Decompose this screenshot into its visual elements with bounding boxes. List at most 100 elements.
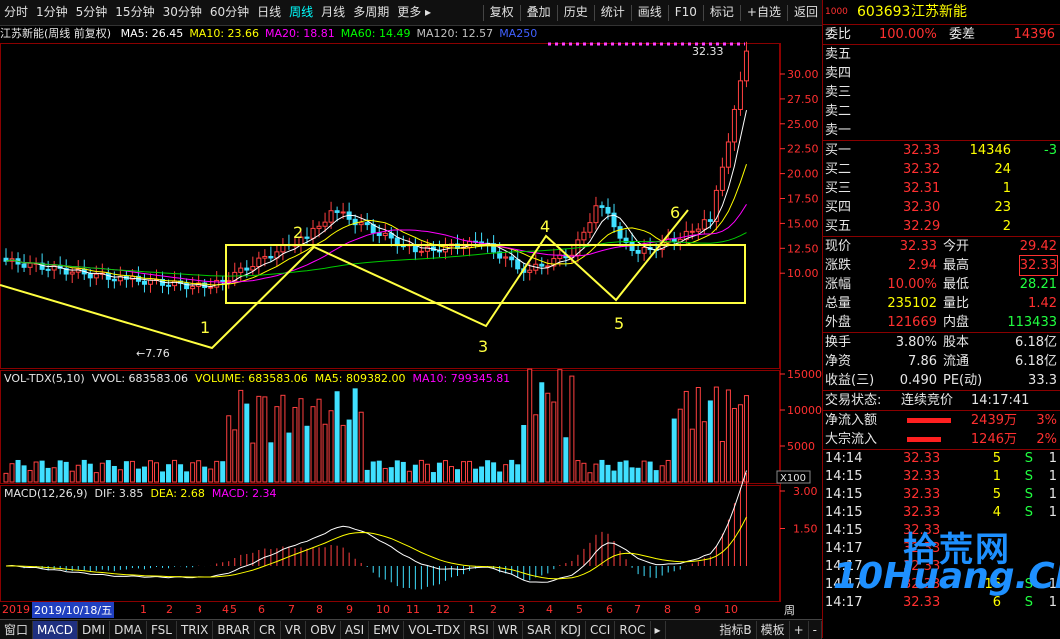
volume-bar (406, 470, 412, 483)
sell-level-row[interactable]: 卖五 (823, 45, 1060, 64)
stock-name: 江苏新能 (911, 4, 967, 20)
indicator-tab-22[interactable]: + (790, 620, 809, 639)
indicator-tab-19[interactable]: ▸ (651, 620, 666, 639)
indicator-tab-7[interactable]: CR (255, 620, 281, 639)
time-axis-month: 8 (664, 603, 671, 616)
sell-level-label: 卖五 (825, 47, 852, 62)
sell-level-row[interactable]: 卖四 (823, 64, 1060, 83)
stock-chart[interactable]: 30.00 27.50 25.00 22.50 20.00 17.50 15.00 12.50… (0, 0, 822, 620)
volume-bar (400, 461, 406, 483)
volume-bar (461, 461, 467, 483)
indicator-tab-5[interactable]: TRIX (177, 620, 214, 639)
volume-bar (497, 471, 503, 483)
indicator-tab-8[interactable]: VR (281, 620, 307, 639)
indicator-tab-3[interactable]: DMA (110, 620, 147, 639)
buy-level-price: 32.29 (903, 219, 941, 234)
buy-level-row[interactable]: 买三 32.31 1 (823, 179, 1060, 198)
stat-label: 现价 (825, 239, 852, 254)
trade-status-row: 交易状态: 连续竞价 14:17:41 (825, 393, 1030, 408)
indicator-tab-4[interactable]: FSL (147, 620, 177, 639)
indicator-tab-13[interactable]: RSI (465, 620, 494, 639)
indicator-tab-6[interactable]: BRAR (213, 620, 256, 639)
volume-bar (196, 460, 202, 483)
indicator-tab-0[interactable]: 窗口 (0, 620, 34, 639)
volume-bar (105, 460, 111, 483)
candle-body (382, 232, 388, 237)
indicator-tab-1[interactable]: MACD (33, 620, 78, 639)
wave-point-1-label: 1 (200, 318, 210, 337)
time-axis-month: 3 (518, 603, 525, 616)
buy-level-row[interactable]: 买四 32.30 23 (823, 198, 1060, 217)
volume-bar (533, 414, 539, 483)
time-axis-month: 4 (222, 603, 229, 616)
buy-level-row[interactable]: 买五 32.29 2 (823, 217, 1060, 236)
stat-value: 29.42 (1019, 239, 1057, 254)
indicator-tab-21[interactable]: 模板 (757, 620, 790, 639)
volume-bar (515, 464, 521, 483)
candle-body (340, 211, 346, 214)
volume-bar (629, 467, 635, 483)
tick-side: S (1024, 469, 1033, 484)
indicator-tab-16[interactable]: KDJ (556, 620, 587, 639)
volume-bar (9, 463, 15, 483)
stat-label: 涨幅 (825, 277, 852, 292)
tick-count: 1 (1048, 469, 1057, 484)
indicator-tab-18[interactable]: ROC (615, 620, 651, 639)
indicator-tab-10[interactable]: ASI (341, 620, 370, 639)
indicator-tab-14[interactable]: WR (494, 620, 523, 639)
volume-bar (117, 469, 123, 483)
fund-value: 33.3 (1028, 373, 1057, 388)
candle-body (226, 280, 232, 283)
candle-body (220, 279, 226, 283)
volume-bar (376, 460, 382, 483)
buy-level-volume: 2 (1002, 219, 1011, 234)
candle-body (731, 108, 737, 143)
sell-level-label: 卖三 (825, 85, 852, 100)
buy-level-row[interactable]: 买二 32.32 24 (823, 160, 1060, 179)
volume-bar (731, 407, 737, 483)
volume-bar (3, 472, 9, 483)
indicator-tab-9[interactable]: OBV (306, 620, 341, 639)
candle-body (87, 273, 93, 279)
volume-bar (304, 425, 310, 483)
candle-body (166, 284, 172, 287)
sell-level-row[interactable]: 卖三 (823, 83, 1060, 102)
volume-bar (69, 470, 75, 483)
time-axis-month: 7 (288, 603, 295, 616)
candle-body (689, 230, 695, 233)
candle-body (238, 267, 244, 273)
candle-body (593, 205, 599, 224)
wave-point-2-label: 2 (293, 223, 303, 242)
indicator-tab-15[interactable]: SAR (523, 620, 557, 639)
indicator-tab-17[interactable]: CCI (586, 620, 616, 639)
tick-time: 14:15 (825, 487, 863, 502)
volume-bar (250, 442, 256, 483)
tick-volume: 1 (992, 469, 1001, 484)
flow-value: 1246万 (970, 432, 1017, 447)
time-axis-month: 6 (258, 603, 265, 616)
indicator-tab-12[interactable]: VOL-TDX (404, 620, 466, 639)
volume-bar (737, 404, 743, 483)
sell-level-row[interactable]: 卖二 (823, 102, 1060, 121)
volume-bar (491, 462, 497, 483)
high-price-label: 32.33 (692, 45, 724, 58)
candle-body (418, 250, 424, 253)
indicator-tab-23[interactable]: - (809, 620, 822, 639)
candle-body (141, 280, 147, 285)
stock-code: 603693 (857, 4, 911, 20)
stat-label: 最低 (943, 277, 970, 292)
ma5-line (5, 109, 747, 288)
time-axis-month: 11 (406, 603, 420, 616)
macd-axis-label: 1.50 (793, 523, 818, 536)
sell-level-row[interactable]: 卖一 (823, 121, 1060, 140)
volume-bar (244, 403, 250, 483)
indicator-tab-11[interactable]: EMV (369, 620, 405, 639)
buy-level-row[interactable]: 买一 32.33 14346 -3 (823, 141, 1060, 160)
volume-bar (286, 432, 292, 483)
flow-bar (907, 418, 951, 423)
volume-bar (214, 460, 220, 483)
indicator-tab-20[interactable]: 指标B (715, 620, 757, 639)
buy-level-volume: 14346 (969, 143, 1011, 158)
quote-panel: 1000 603693 江苏新能 委比 100.00% 委差 14396 卖五卖… (822, 0, 1060, 638)
indicator-tab-2[interactable]: DMI (78, 620, 111, 639)
